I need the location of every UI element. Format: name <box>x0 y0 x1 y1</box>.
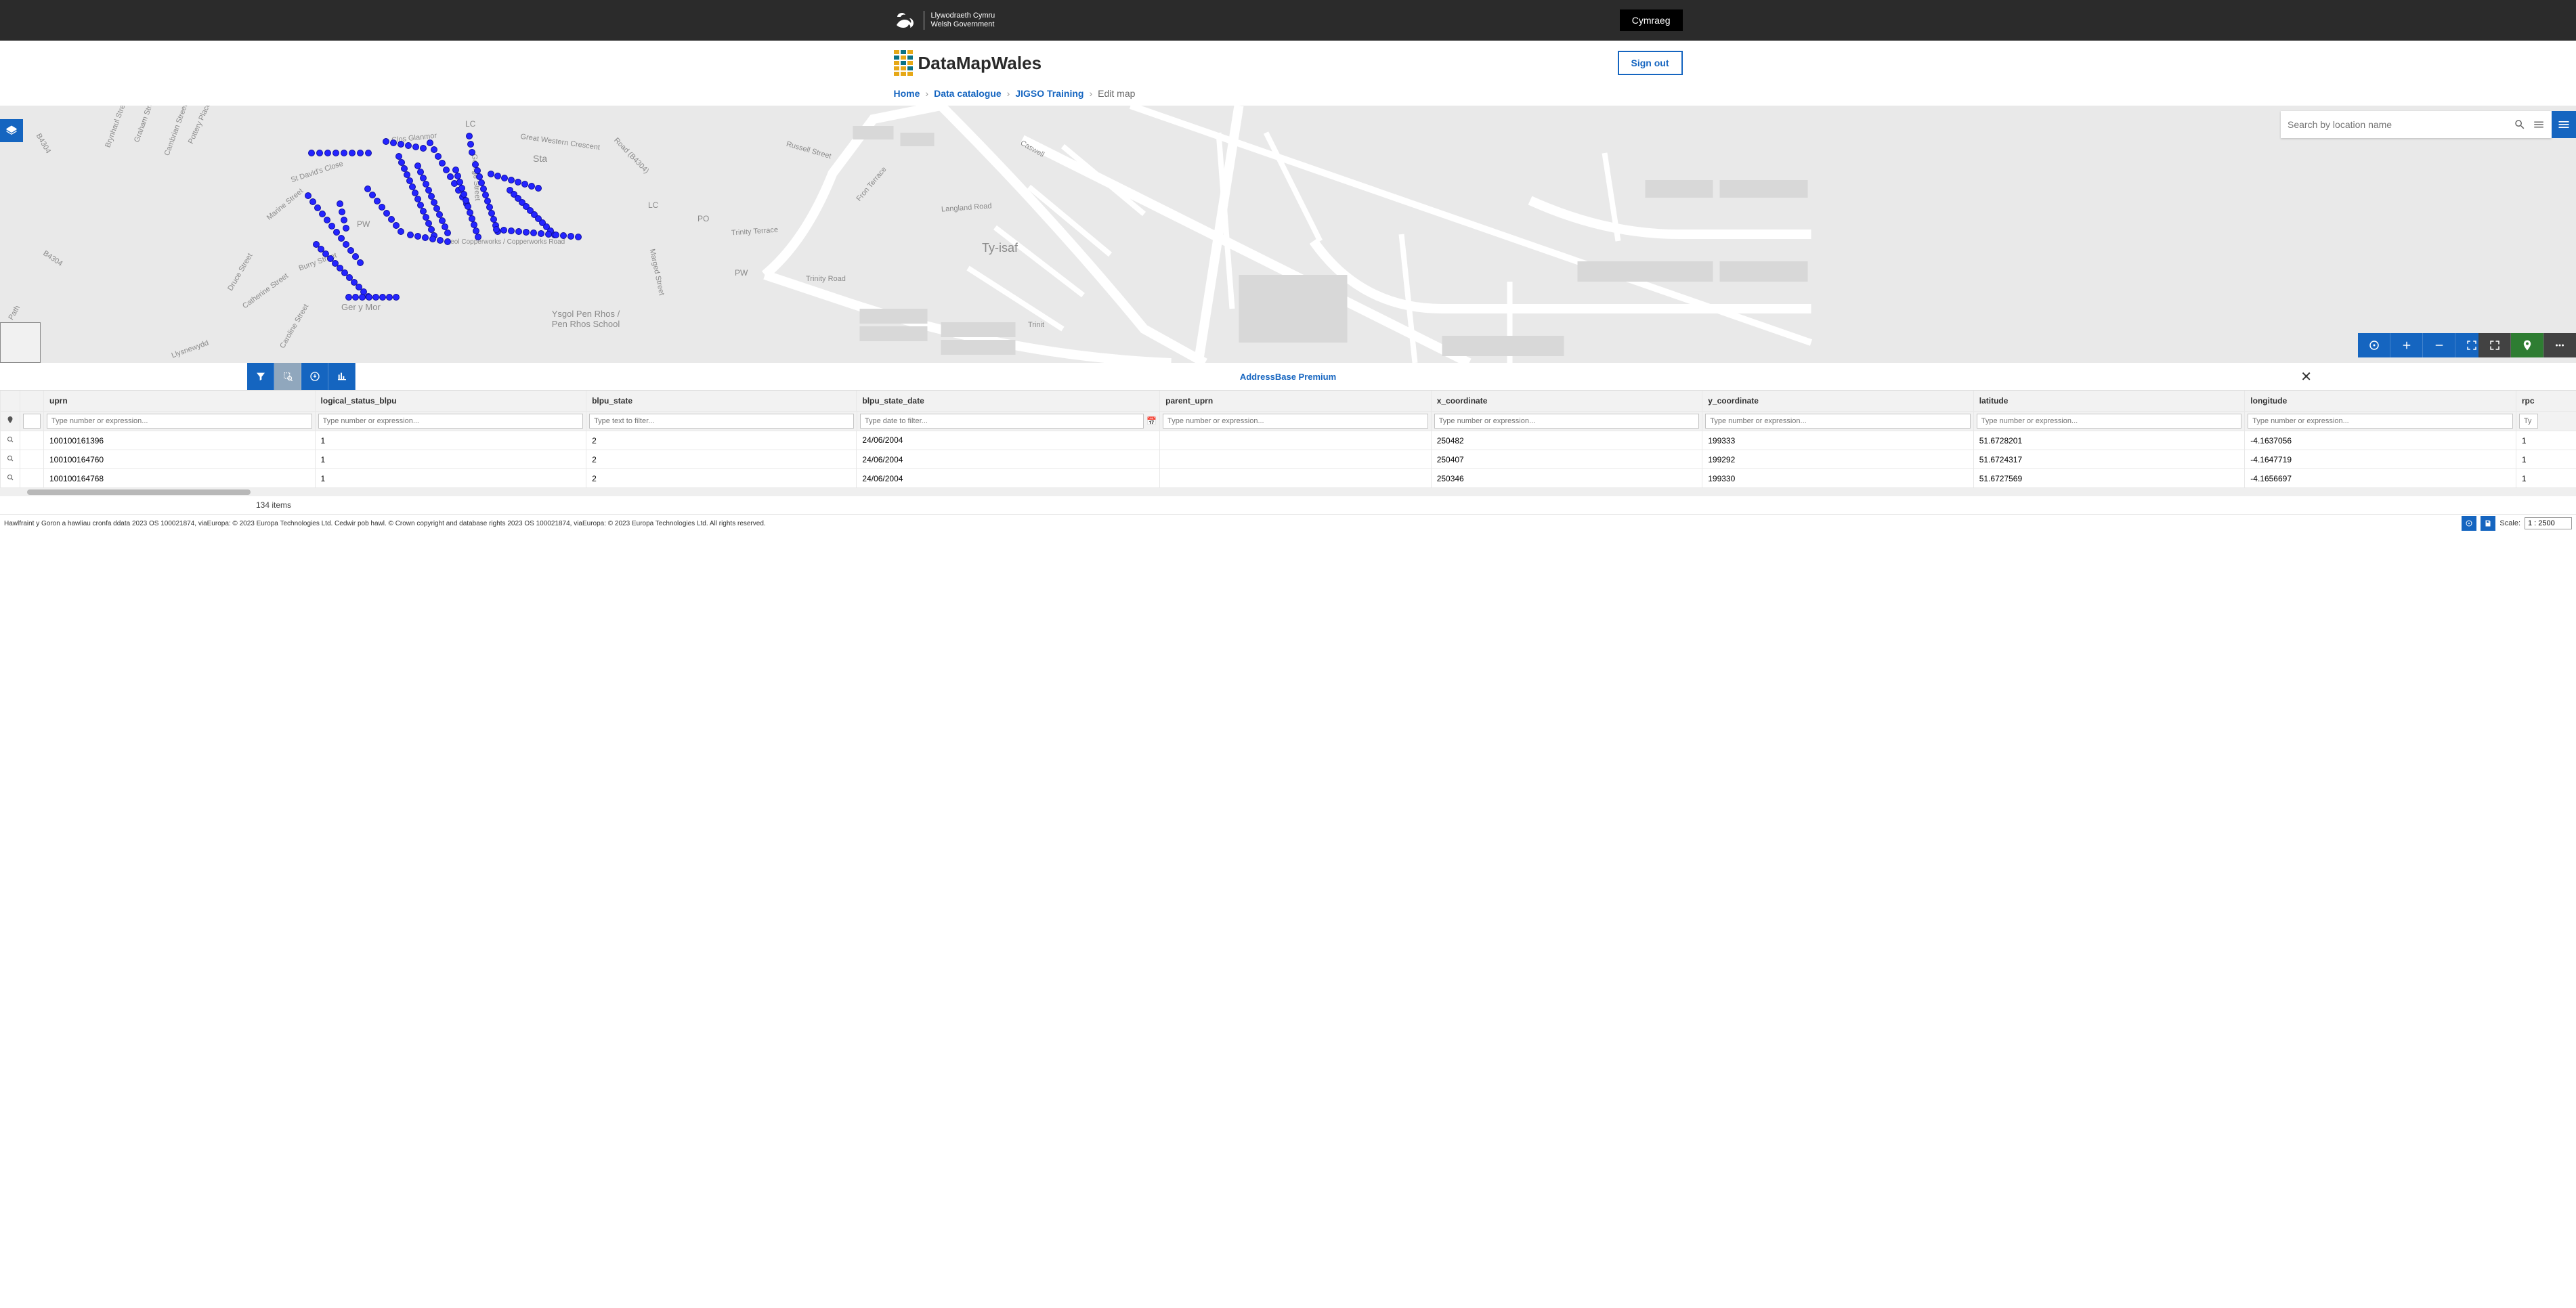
download-button[interactable] <box>301 363 328 390</box>
table-row[interactable]: 1001001613961224/06/200425048219933351.6… <box>1 431 2576 450</box>
language-toggle[interactable]: Cymraeg <box>1620 9 1683 31</box>
filter-parent-uprn[interactable] <box>1163 414 1428 429</box>
chevron-right-icon: › <box>1089 88 1092 99</box>
funnel-icon <box>255 371 266 382</box>
map-viewport[interactable]: Sta LC LC PO PW PW Ty-isaf Trinity Road … <box>0 106 2576 363</box>
marker-button[interactable] <box>2511 333 2543 357</box>
location-search <box>2281 111 2552 138</box>
footer-locate-button[interactable] <box>2462 516 2476 531</box>
col-blpu-state[interactable]: blpu_state <box>586 391 857 411</box>
data-grid[interactable]: uprn logical_status_blpu blpu_state blpu… <box>0 390 2576 488</box>
table-row[interactable]: 1001001647681224/06/200425034619933051.6… <box>1 469 2576 488</box>
footer-save-button[interactable] <box>2481 516 2495 531</box>
search-icon[interactable] <box>2514 118 2526 131</box>
fullscreen-button[interactable] <box>2478 333 2511 357</box>
col-uprn[interactable]: uprn <box>44 391 316 411</box>
overview-map[interactable] <box>0 322 41 363</box>
footer: Hawlfraint y Goron a hawliau cronfa ddat… <box>0 514 2576 532</box>
col-parent-uprn[interactable]: parent_uprn <box>1160 391 1432 411</box>
target-icon <box>2465 519 2473 527</box>
filter-latitude[interactable] <box>1977 414 2242 429</box>
crumb-current: Edit map <box>1098 88 1135 99</box>
map-toolbar-secondary <box>2478 333 2576 357</box>
zoom-out-button[interactable] <box>2423 333 2455 357</box>
crumb-catalogue[interactable]: Data catalogue <box>934 88 1002 99</box>
scale-label: Scale: <box>2499 519 2520 527</box>
locate-row-icon[interactable] <box>1 450 20 469</box>
brand-name: DataMapWales <box>918 53 1042 74</box>
panel-actions <box>247 363 356 390</box>
fullscreen-icon <box>2489 339 2501 351</box>
minus-icon <box>2433 339 2445 351</box>
signout-button[interactable]: Sign out <box>1618 51 1683 75</box>
table-row[interactable]: 1001001647601224/06/200425040719929251.6… <box>1 450 2576 469</box>
filter-longitude[interactable] <box>2248 414 2513 429</box>
data-points <box>0 106 2576 363</box>
target-icon <box>2368 339 2380 351</box>
col-y-coordinate[interactable]: y_coordinate <box>1702 391 1974 411</box>
hamburger-icon <box>2557 118 2571 131</box>
filter-idx[interactable] <box>23 414 41 429</box>
filter-y-coordinate[interactable] <box>1705 414 1971 429</box>
data-panel: AddressBase Premium ✕ uprn logical_statu… <box>0 363 2576 514</box>
welsh-gov-logo: Llywodraeth Cymru Welsh Government <box>894 10 995 30</box>
filter-row: 📅 <box>1 411 2576 431</box>
bar-chart-icon <box>337 371 347 382</box>
dots-icon <box>2554 339 2566 351</box>
plus-icon <box>2401 339 2413 351</box>
locate-row-icon[interactable] <box>1 431 20 450</box>
item-count: 134 items <box>0 496 2576 514</box>
pin-icon <box>2521 339 2533 351</box>
filter-rpc[interactable] <box>2519 414 2538 429</box>
horizontal-scrollbar[interactable] <box>0 488 2576 496</box>
download-icon <box>309 371 320 382</box>
main-menu-button[interactable] <box>2552 111 2576 138</box>
filter-uprn[interactable] <box>47 414 312 429</box>
zoom-select-icon <box>282 371 293 382</box>
zoom-in-button[interactable] <box>2390 333 2423 357</box>
dragon-icon <box>894 10 917 30</box>
col-rpc[interactable]: rpc <box>2516 391 2576 411</box>
col-x-coordinate[interactable]: x_coordinate <box>1431 391 1702 411</box>
scale-input[interactable] <box>2525 517 2572 529</box>
filter-blpu-state-date[interactable] <box>860 414 1144 429</box>
gov-name-en: Welsh Government <box>931 20 995 29</box>
more-icon[interactable] <box>2533 118 2545 131</box>
filter-x-coordinate[interactable] <box>1434 414 1700 429</box>
col-blpu-state-date[interactable]: blpu_state_date <box>857 391 1160 411</box>
panel-title: AddressBase Premium <box>1240 372 1336 382</box>
save-icon <box>2484 519 2492 527</box>
header-row: uprn logical_status_blpu blpu_state blpu… <box>1 391 2576 411</box>
col-longitude[interactable]: longitude <box>2245 391 2516 411</box>
layers-icon <box>5 125 18 137</box>
breadcrumb: Home › Data catalogue › JIGSO Training ›… <box>894 88 1683 99</box>
calendar-icon[interactable]: 📅 <box>1146 416 1157 426</box>
locate-row-icon[interactable] <box>1 469 20 488</box>
layers-button[interactable] <box>0 119 23 142</box>
col-logical-status[interactable]: logical_status_blpu <box>315 391 586 411</box>
filter-button[interactable] <box>247 363 274 390</box>
app-header: DataMapWales Sign out Home › Data catalo… <box>0 41 2576 106</box>
brand-icon <box>894 50 913 76</box>
filter-blpu-state[interactable] <box>589 414 854 429</box>
brand[interactable]: DataMapWales <box>894 50 1042 76</box>
copyright: Hawlfraint y Goron a hawliau cronfa ddat… <box>4 520 2462 527</box>
locate-button[interactable] <box>2358 333 2390 357</box>
government-banner: Llywodraeth Cymru Welsh Government Cymra… <box>0 0 2576 41</box>
search-input[interactable] <box>2288 119 2507 130</box>
crumb-home[interactable]: Home <box>894 88 920 99</box>
extent-icon <box>2466 339 2478 351</box>
col-latitude[interactable]: latitude <box>1973 391 2245 411</box>
chevron-right-icon: › <box>1007 88 1010 99</box>
options-button[interactable] <box>2543 333 2576 357</box>
zoom-to-selection-button[interactable] <box>274 363 301 390</box>
chevron-right-icon: › <box>925 88 928 99</box>
close-panel-button[interactable]: ✕ <box>2300 368 2312 385</box>
locate-all-icon[interactable] <box>1 411 20 431</box>
chart-button[interactable] <box>328 363 356 390</box>
filter-logical-status[interactable] <box>318 414 584 429</box>
gov-name-cy: Llywodraeth Cymru <box>931 12 995 20</box>
crumb-dataset[interactable]: JIGSO Training <box>1015 88 1083 99</box>
